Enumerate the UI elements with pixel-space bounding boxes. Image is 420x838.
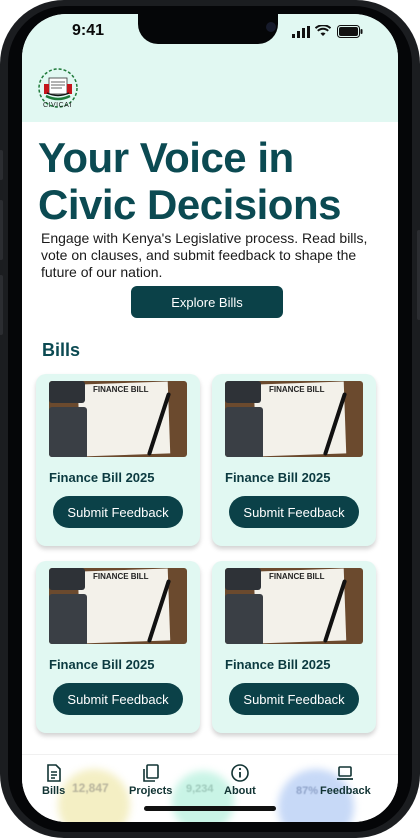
stat-value: 87% <box>296 785 319 797</box>
bill-name: Finance Bill 2025 <box>49 657 155 672</box>
bills-section-title: Bills <box>42 340 81 360</box>
laptop-icon <box>337 766 354 780</box>
info-icon <box>231 764 249 782</box>
bill-image-title: FINANCE BILL <box>269 385 325 394</box>
app-header: CIVICAI <box>22 50 398 122</box>
bill-image-title: FINANCE BILL <box>93 385 149 394</box>
phone-graphic <box>49 381 85 403</box>
bill-image-title: FINANCE BILL <box>269 572 325 581</box>
document-icon <box>46 764 61 782</box>
finance-bill-image: FINANCE BILL <box>49 381 187 457</box>
nav-item-about[interactable]: About <box>224 763 256 797</box>
bill-image-title: FINANCE BILL <box>93 572 149 581</box>
stat-value: 12,847 <box>72 781 109 795</box>
copy-icon <box>142 764 159 782</box>
logo-text: CIVICAI <box>43 102 72 109</box>
nav-item-projects[interactable]: Projects <box>129 763 172 797</box>
submit-feedback-button[interactable]: Submit Feedback <box>229 683 359 715</box>
cellular-signal-icon <box>292 26 310 38</box>
submit-feedback-button[interactable]: Submit Feedback <box>53 683 183 715</box>
finance-bill-image: FINANCE BILL <box>49 568 187 644</box>
calculator-graphic <box>49 594 87 644</box>
nav-item-bills[interactable]: Bills <box>42 763 65 797</box>
app-screen: 9:41 CIVICAI Your Voice in Civic Decisio… <box>22 14 398 822</box>
status-bar: 9:41 <box>22 14 398 50</box>
camera-icon <box>266 22 276 32</box>
volume-up-button <box>0 200 3 260</box>
phone-graphic <box>225 381 261 403</box>
nav-label: Bills <box>42 785 66 797</box>
calculator-graphic <box>49 407 87 457</box>
mute-switch <box>0 150 3 180</box>
bottom-navigation: 12,847 9,234 87% Bills Projects About Fe… <box>22 754 398 822</box>
bill-name: Finance Bill 2025 <box>49 470 155 485</box>
bill-card[interactable]: FINANCE BILL Finance Bill 2025 Submit Fe… <box>212 374 376 546</box>
bill-card[interactable]: FINANCE BILL Finance Bill 2025 Submit Fe… <box>36 561 200 733</box>
calculator-graphic <box>225 407 263 457</box>
hero-title: Your Voice in Civic Decisions <box>38 134 341 228</box>
home-indicator[interactable] <box>144 806 276 811</box>
phone-graphic <box>225 568 261 590</box>
bill-name: Finance Bill 2025 <box>225 470 331 485</box>
battery-icon <box>337 25 363 38</box>
bill-name: Finance Bill 2025 <box>225 657 331 672</box>
status-time: 9:41 <box>72 22 105 39</box>
wifi-icon <box>315 25 331 36</box>
nav-label: Feedback <box>320 785 371 797</box>
bill-card[interactable]: FINANCE BILL Finance Bill 2025 Submit Fe… <box>36 374 200 546</box>
hero-description: Engage with Kenya's Legislative process.… <box>41 230 368 280</box>
nav-item-feedback[interactable]: Feedback <box>320 763 371 797</box>
explore-bills-button[interactable]: Explore Bills <box>131 286 283 318</box>
calculator-graphic <box>225 594 263 644</box>
nav-label: About <box>224 785 256 797</box>
submit-feedback-button[interactable]: Submit Feedback <box>53 496 183 528</box>
stat-value: 9,234 <box>186 783 214 795</box>
bill-card[interactable]: FINANCE BILL Finance Bill 2025 Submit Fe… <box>212 561 376 733</box>
finance-bill-image: FINANCE BILL <box>225 568 363 644</box>
finance-bill-image: FINANCE BILL <box>225 381 363 457</box>
volume-down-button <box>0 275 3 335</box>
dynamic-island <box>138 14 278 44</box>
submit-feedback-button[interactable]: Submit Feedback <box>229 496 359 528</box>
stat-bubble <box>58 769 130 822</box>
phone-frame: 9:41 CIVICAI Your Voice in Civic Decisio… <box>0 0 420 838</box>
nav-label: Projects <box>129 785 173 797</box>
phone-graphic <box>49 568 85 590</box>
